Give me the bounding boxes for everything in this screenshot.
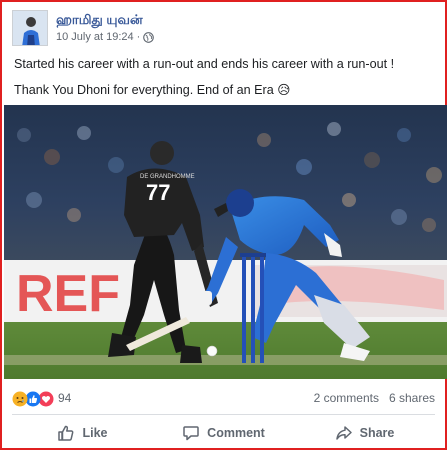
sad-icon [11,390,28,407]
globe-icon[interactable] [143,31,155,43]
meta-separator: · [136,31,141,43]
divider [12,414,435,415]
author-name[interactable]: ஹாமிது யுவன் [56,12,143,29]
share-arrow-icon [335,426,352,440]
post-text: Started his career with a run-out and en… [14,56,438,108]
engagement-stats: 2 comments 6 shares [314,391,435,405]
comment-button[interactable]: Comment [153,417,294,449]
like-button[interactable]: Like [12,417,153,449]
post-paragraph-2: Thank You Dhoni for everything. End of a… [14,83,291,97]
action-bar: Like Comment Share [12,417,435,449]
comment-icon [183,426,199,441]
post-card: ஹாமிது யுவன் 10 July at 19:24 · Started … [0,0,447,450]
post-timestamp[interactable]: 10 July at 19:24 [56,31,134,43]
reaction-count[interactable]: 94 [58,391,71,405]
ad-board-text: REF [16,265,120,323]
cricket-ball [206,345,218,357]
share-label: Share [359,426,395,440]
comments-count[interactable]: 2 comments [314,391,379,405]
shares-count[interactable]: 6 shares [389,391,435,405]
reaction-summary[interactable]: 94 [11,389,71,407]
post-photo[interactable]: REF DE GRANDHOMME 77 [4,105,447,379]
share-button[interactable]: Share [294,417,435,449]
post-paragraph-1: Started his career with a run-out and en… [14,57,395,71]
comment-label: Comment [207,426,265,440]
jersey-number: 77 [146,180,170,205]
post-header: ஹாமிது யுவன் 10 July at 19:24 · [12,10,432,50]
thumbs-up-icon [58,425,74,441]
avatar[interactable] [12,10,48,46]
post-meta: 10 July at 19:24 · [56,31,155,43]
stumps [240,253,266,363]
like-label: Like [82,426,108,440]
